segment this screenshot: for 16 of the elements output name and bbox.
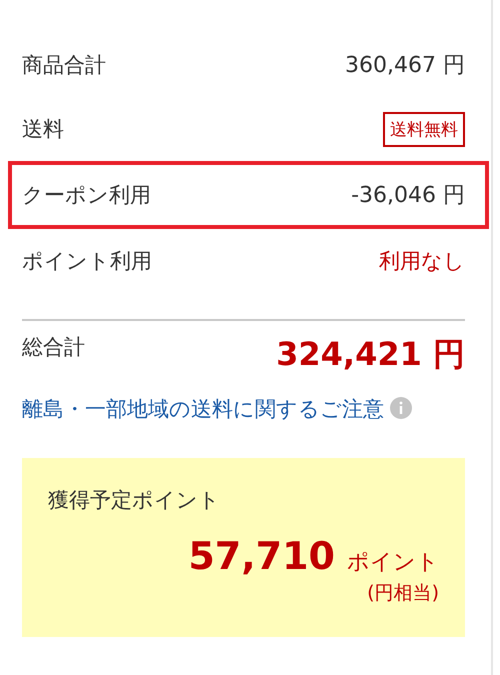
row-amount: -36,046 円 — [351, 182, 465, 210]
shipping-note-link[interactable]: 離島・一部地域の送料に関するご注意 — [22, 397, 384, 421]
points-unit: ポイント — [347, 549, 439, 577]
total-amount: 324,421 円 — [276, 334, 465, 375]
points-title: 獲得予定ポイント — [48, 487, 221, 514]
free-shipping-badge: 送料無料 — [383, 112, 465, 146]
total-label: 総合計 — [22, 334, 85, 361]
row-label: 送料 — [22, 116, 64, 143]
row-amount: 360,467 円 — [345, 52, 465, 80]
row-label: ポイント利用 — [22, 248, 152, 275]
row-label: 商品合計 — [22, 52, 106, 79]
points-note: (円相当) — [367, 581, 439, 606]
row-status: 利用なし — [379, 248, 465, 275]
info-icon[interactable] — [390, 397, 412, 419]
points-value: 57,710 — [188, 534, 335, 578]
row-label: クーポン利用 — [22, 182, 151, 209]
